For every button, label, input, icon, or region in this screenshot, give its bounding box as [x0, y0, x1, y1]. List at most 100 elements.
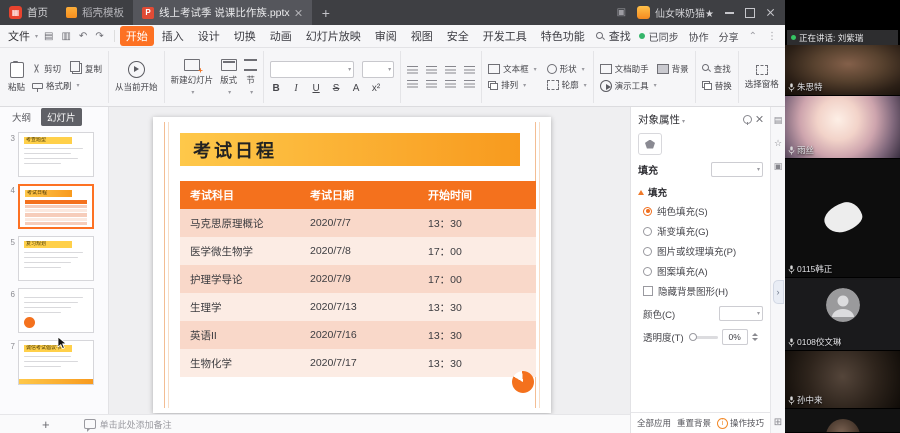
align-right-icon[interactable] [445, 80, 456, 89]
presentation-tools-button[interactable]: 演示工具 [600, 80, 657, 92]
ribbon-tab-insert[interactable]: 插入 [156, 26, 190, 46]
add-slide-button[interactable]: + [42, 418, 50, 431]
outline-style-button[interactable]: 轮廓 [547, 79, 587, 91]
thumbnail-preview[interactable]: 考试日程 [18, 184, 94, 229]
collapse-panel-button[interactable]: › [773, 280, 784, 304]
slide-thumbnail-7[interactable]: 7 诚信考试倡议书 [2, 340, 104, 385]
section-button[interactable]: 节 [244, 59, 257, 96]
align-left-icon[interactable] [407, 80, 418, 89]
tab-slides[interactable]: 幻灯片 [41, 108, 82, 126]
ribbon-tab-review[interactable]: 审阅 [369, 26, 403, 46]
participant-video[interactable]: 朱思特 [785, 45, 900, 96]
selection-pane-button[interactable]: 选择窗格 [745, 65, 779, 90]
transparency-stepper[interactable] [752, 333, 758, 341]
arrange-button[interactable]: 排列 [488, 79, 537, 91]
slide-thumbnail-4-selected[interactable]: 4 考试日程 [2, 184, 104, 229]
participant-video[interactable] [785, 409, 900, 433]
find-command[interactable]: 查找 [596, 28, 631, 44]
thumbnail-preview[interactable]: 诚信考试倡议书 [18, 340, 94, 385]
ribbon-tab-view[interactable]: 视图 [405, 26, 439, 46]
align-center-icon[interactable] [426, 80, 437, 89]
font-family-select[interactable] [270, 61, 354, 78]
shapes-button[interactable]: 形状 [547, 63, 587, 75]
new-tab-button[interactable]: + [312, 5, 340, 21]
account-chip[interactable]: 仙女咪奶猫★ [637, 5, 714, 20]
superscript-button[interactable]: x² [370, 83, 382, 94]
line-spacing-icon[interactable] [464, 80, 475, 89]
hide-background-checkbox[interactable]: 隐藏背景图形(H) [631, 281, 770, 301]
resources-icon[interactable]: ▣ [774, 161, 783, 172]
textbox-button[interactable]: 文本框 [488, 63, 537, 75]
slide-thumbnail-5[interactable]: 5 复习规划 [2, 236, 104, 281]
tips-link[interactable]: 操作技巧 [717, 417, 764, 429]
save-icon[interactable]: ▤ [44, 31, 53, 42]
slide-title-banner[interactable]: 考试日程 [180, 133, 520, 166]
ribbon-tab-design[interactable]: 设计 [192, 26, 226, 46]
slide-thumbnail-3[interactable]: 3 考查题型 [2, 132, 104, 177]
participant-video[interactable]: 雨丝 [785, 96, 900, 159]
ribbon-tab-transition[interactable]: 切换 [228, 26, 262, 46]
slider-thumb[interactable] [689, 333, 697, 341]
ribbon-tab-features[interactable]: 特色功能 [535, 26, 591, 46]
doc-assistant-button[interactable]: 文档助手 [600, 63, 649, 75]
font-color-button[interactable]: A [350, 83, 362, 94]
option-picture-fill[interactable]: 图片或纹理填充(P) [631, 241, 770, 261]
ribbon-tab-home[interactable]: 开始 [120, 26, 154, 46]
paste-button[interactable]: 粘贴 [8, 62, 25, 93]
home-button[interactable]: ▦ 首页 [0, 0, 57, 25]
play-from-current-button[interactable]: 从当前开始 [115, 61, 158, 93]
new-slide-button[interactable]: 新建幻灯片 [171, 59, 214, 96]
redo-icon[interactable]: ↷ [95, 31, 103, 42]
tab-outline[interactable]: 大纲 [6, 108, 37, 126]
collaborate-button[interactable]: 协作 [689, 29, 709, 44]
notes-hint[interactable]: 单击此处添加备注 [84, 418, 172, 431]
file-menu[interactable]: 文件 [8, 28, 44, 44]
thumbnail-preview[interactable]: 考查题型 [18, 132, 94, 177]
replace-button[interactable]: 替换 [702, 80, 732, 92]
find-button[interactable]: 查找 [702, 63, 732, 75]
ribbon-tab-devtools[interactable]: 开发工具 [477, 26, 533, 46]
ribbon-tab-slideshow[interactable]: 幻灯片放映 [300, 26, 367, 46]
tab-document[interactable]: P 线上考试季 说课比作族.pptx [133, 0, 312, 25]
fill-group-header[interactable]: 填充 [631, 180, 770, 201]
cut-button[interactable]: 剪切 [32, 63, 61, 75]
ribbon-tab-animation[interactable]: 动画 [264, 26, 298, 46]
fill-tool-icon[interactable] [638, 133, 662, 155]
more-icon[interactable]: ⋮ [767, 31, 777, 42]
panel-title[interactable]: 对象属性 [638, 112, 685, 127]
thumbnail-preview[interactable]: 复习规划 [18, 236, 94, 281]
print-icon[interactable]: ▥ [61, 31, 70, 42]
transparency-slider[interactable] [690, 336, 718, 339]
thumbnail-preview[interactable] [18, 288, 94, 333]
apps-icon[interactable]: ▣ [617, 7, 626, 18]
slide-canvas[interactable]: 考试日程 考试科目 考试日期 开始时间 马克思原理概论 2 [109, 107, 630, 414]
close-panel-icon[interactable] [755, 115, 763, 123]
pin-icon[interactable] [743, 115, 752, 124]
transparency-value[interactable]: 0% [722, 329, 748, 345]
properties-icon[interactable]: ▤ [774, 115, 783, 126]
participant-video[interactable]: 0108佼文琳 [785, 278, 900, 351]
favorites-icon[interactable]: ☆ [774, 138, 782, 149]
close-tab-icon[interactable] [295, 9, 303, 17]
option-solid-fill[interactable]: 纯色填充(S) [631, 201, 770, 221]
format-painter-button[interactable]: 格式刷 [32, 80, 80, 92]
exam-schedule-table[interactable]: 考试科目 考试日期 开始时间 马克思原理概论 2020/7/7 13：30 [180, 181, 536, 377]
reset-background-button[interactable]: 重置背景 [677, 417, 711, 429]
collapse-ribbon-icon[interactable]: ⌃ [749, 31, 757, 42]
sync-status[interactable]: 已同步 [639, 29, 679, 44]
background-button[interactable]: 背景 [657, 63, 689, 75]
close-button[interactable] [766, 8, 775, 17]
participant-video[interactable]: 孙中来 [785, 351, 900, 409]
indent-increase-icon[interactable] [464, 66, 475, 75]
option-pattern-fill[interactable]: 图案填充(A) [631, 261, 770, 281]
tab-template-store[interactable]: 稻壳模板 [57, 0, 133, 25]
maximize-button[interactable] [745, 8, 755, 18]
bullets-icon[interactable] [407, 66, 418, 75]
option-gradient-fill[interactable]: 渐变填充(G) [631, 221, 770, 241]
ribbon-tab-security[interactable]: 安全 [441, 26, 475, 46]
bold-button[interactable]: B [270, 83, 282, 94]
undo-icon[interactable]: ↶ [79, 31, 87, 42]
minimize-button[interactable] [725, 12, 734, 14]
share-button[interactable]: 分享 [719, 29, 739, 44]
underline-button[interactable]: U [310, 83, 322, 94]
